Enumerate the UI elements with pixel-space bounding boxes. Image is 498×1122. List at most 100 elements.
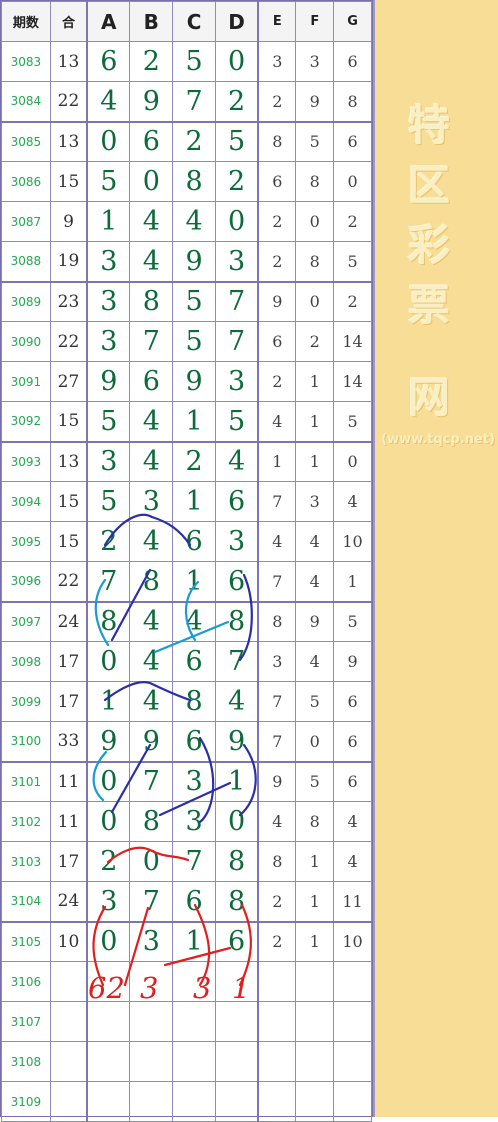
small-cell-e: 7 [257,561,297,603]
small-cell-f [295,1081,335,1122]
table-row: 3095 15 2 4 6 3 4 4 10 [1,521,372,562]
small-cell-e: 9 [257,281,297,322]
main-cell-c: 9 [172,241,216,283]
main-cell-b: 0 [129,841,174,882]
main-cell-d: 0 [214,41,259,82]
period-cell: 3106 [1,961,51,1002]
sum-cell: 22 [49,321,88,362]
main-cell-b: 7 [129,321,174,362]
main-cell-b: 7 [129,881,174,923]
sum-cell: 15 [49,401,88,443]
small-cell-e: 7 [257,681,297,722]
small-cell-e: 6 [257,321,297,362]
period-cell: 3108 [1,1041,51,1082]
main-cell-c: 5 [172,321,216,362]
main-cell-b [129,1081,174,1122]
small-cell-e: 8 [257,121,297,162]
small-cell-f: 5 [295,761,335,802]
small-cell-f: 4 [295,521,335,562]
main-cell-b: 6 [129,361,174,402]
period-cell: 3099 [1,681,51,722]
small-cell-g: 6 [333,721,372,763]
small-cell-f: 0 [295,721,335,763]
small-cell-g: 2 [333,201,372,242]
small-cell-g: 5 [333,241,372,283]
main-cell-d: 6 [214,921,259,962]
sum-cell: 13 [49,41,88,82]
main-cell-c: 7 [172,81,216,123]
header-sum: 合 [49,1,88,42]
sum-cell: 23 [49,281,88,322]
main-cell-a: 2 [86,841,131,882]
main-cell-d: 5 [214,401,259,443]
main-cell-c: 6 [172,641,216,682]
main-cell-b: 4 [129,681,174,722]
table-row: 3087 9 1 4 4 0 2 0 2 [1,201,372,242]
small-cell-f [295,1041,335,1082]
period-cell: 3089 [1,281,51,322]
main-cell-a: 9 [86,361,131,402]
small-cell-f: 5 [295,681,335,722]
logo-char-2: 区 [407,161,450,210]
main-cell-d: 9 [214,721,259,763]
main-cell-d: 4 [214,681,259,722]
main-cell-c [172,1001,216,1042]
sum-cell: 22 [49,81,88,123]
main-cell-d: 3 [214,241,259,283]
main-cell-c: 2 [172,121,216,162]
main-cell-c: 1 [172,561,216,603]
sum-cell: 17 [49,681,88,722]
table-row: 3102 11 0 8 3 0 4 8 4 [1,801,372,842]
main-cell-d: 1 [214,761,259,802]
period-cell: 3085 [1,121,51,162]
table-row: 3109 [1,1081,372,1122]
small-cell-f: 9 [295,601,335,642]
main-cell-d: 7 [214,641,259,682]
sum-cell: 13 [49,441,88,482]
small-cell-f: 8 [295,801,335,842]
period-cell: 3091 [1,361,51,402]
period-cell: 3107 [1,1001,51,1042]
main-cell-b: 4 [129,201,174,242]
small-cell-f: 8 [295,161,335,202]
small-cell-e: 4 [257,401,297,443]
small-cell-g: 10 [333,521,372,562]
table-row: 3084 22 4 9 7 2 2 9 8 [1,81,372,123]
sum-cell: 27 [49,361,88,402]
small-cell-e: 3 [257,41,297,82]
table-row: 3100 33 9 9 6 9 7 0 6 [1,721,372,763]
small-cell-g: 1 [333,561,372,603]
logo-char-5: 网 [407,373,450,422]
table-row: 3105 10 0 3 1 6 2 1 10 [1,921,372,962]
sum-cell: 24 [49,881,88,923]
main-cell-b: 9 [129,721,174,763]
main-cell-a [86,1081,131,1122]
sum-cell: 10 [49,921,88,962]
sum-cell: 24 [49,601,88,642]
main-cell-d: 4 [214,441,259,482]
period-cell: 3096 [1,561,51,603]
main-cell-b: 6 [129,121,174,162]
small-cell-e: 1 [257,441,297,482]
main-cell-b: 3 [129,921,174,962]
small-cell-f: 2 [295,321,335,362]
period-cell: 3098 [1,641,51,682]
small-cell-e: 9 [257,761,297,802]
small-cell-e: 8 [257,841,297,882]
header-col-d: D [214,1,259,42]
main-cell-b: 4 [129,521,174,562]
main-cell-b: 0 [129,161,174,202]
main-cell-d: 6 [214,561,259,603]
main-cell-c: 6 [172,721,216,763]
header-row: 期数 合 A B C D E F G [1,1,372,42]
main-cell-d: 2 [214,161,259,202]
main-cell-d: 3 [214,521,259,562]
table-row: 3098 17 0 4 6 7 3 4 9 [1,641,372,682]
main-cell-c: 1 [172,401,216,443]
small-cell-g: 14 [333,361,372,402]
period-cell: 3104 [1,881,51,923]
small-cell-g: 8 [333,81,372,123]
main-cell-a: 1 [86,201,131,242]
sum-cell: 22 [49,561,88,603]
small-cell-f: 0 [295,201,335,242]
